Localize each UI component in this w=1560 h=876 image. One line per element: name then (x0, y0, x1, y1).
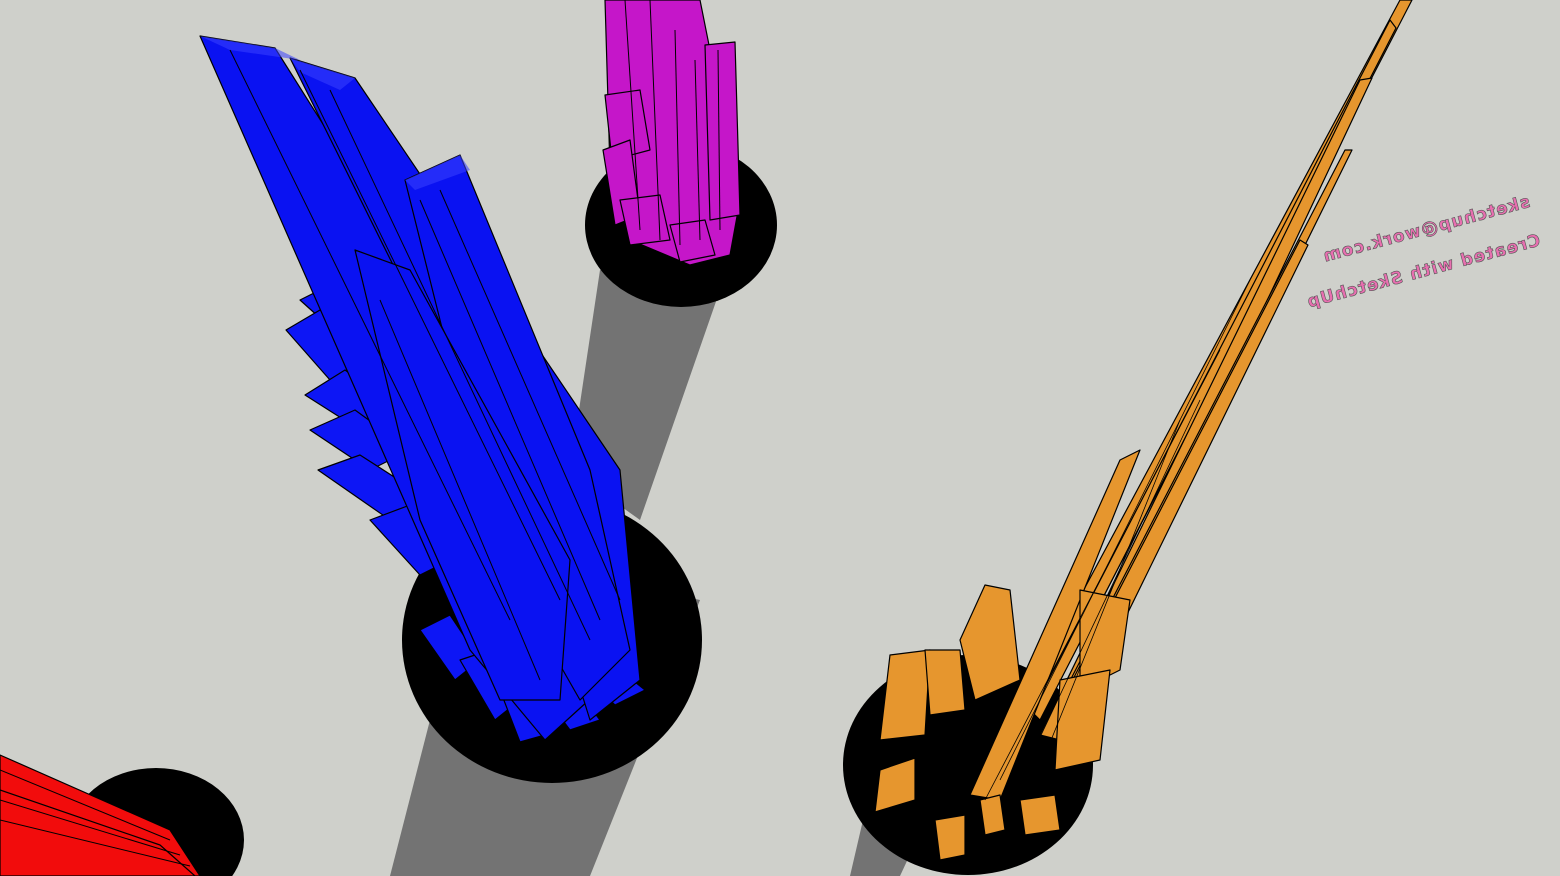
floor-text: Created with SketchUp sketchup@work.com (1304, 192, 1543, 313)
3d-viewport[interactable]: Created with SketchUp sketchup@work.com (0, 0, 1560, 876)
